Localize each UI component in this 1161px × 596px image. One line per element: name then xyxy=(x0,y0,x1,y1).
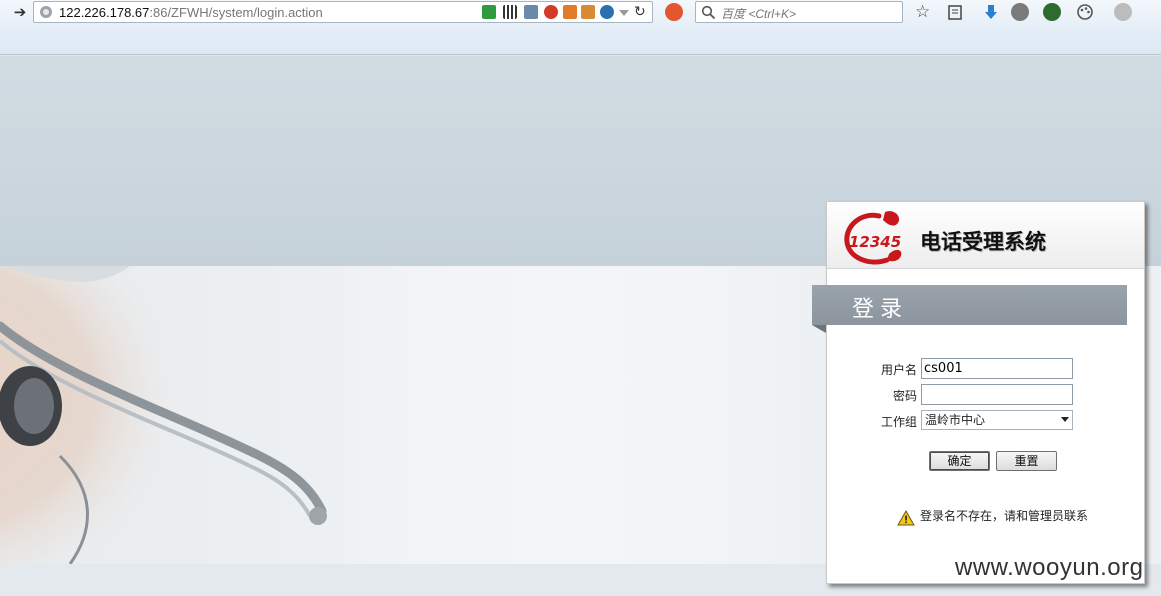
banner-image xyxy=(0,266,808,564)
hotline-logo: 12345 xyxy=(844,211,902,265)
translate-icon[interactable] xyxy=(524,5,538,19)
username-label: 用户名 xyxy=(880,363,917,377)
adblock-icon[interactable] xyxy=(665,3,683,21)
reset-button[interactable]: 重置 xyxy=(996,451,1057,471)
panel-header: 12345 电话受理系统 xyxy=(827,202,1144,269)
palette-icon[interactable] xyxy=(1076,3,1094,21)
password-label: 密码 xyxy=(892,389,917,403)
login-heading: 登录 xyxy=(852,297,909,322)
url-bar[interactable]: 122.226.178.67:86/ZFWH/system/login.acti… xyxy=(33,1,653,23)
jb-icon[interactable] xyxy=(544,5,558,19)
url-host: 122.226.178.67 xyxy=(59,5,150,20)
extension-icon[interactable] xyxy=(1043,3,1061,21)
logo-number: 12345 xyxy=(849,233,901,251)
swirl-icon[interactable] xyxy=(600,5,614,19)
java-alt-icon[interactable] xyxy=(581,5,595,19)
workgroup-selected-value: 温岭市中心 xyxy=(925,413,986,427)
search-icon xyxy=(701,5,716,20)
url-text[interactable]: 122.226.178.67:86/ZFWH/system/login.acti… xyxy=(59,5,323,20)
download-icon[interactable] xyxy=(982,3,1000,21)
watermark: www.wooyun.org xyxy=(955,554,1144,581)
error-message: 登录名不存在，请和管理员联系 xyxy=(920,509,1089,523)
search-placeholder: 百度 <Ctrl+K> xyxy=(721,7,797,21)
workgroup-select[interactable]: 温岭市中心 xyxy=(921,410,1073,430)
username-input[interactable]: cs001 xyxy=(921,358,1073,379)
shield-icon[interactable] xyxy=(482,5,496,19)
system-title: 电话受理系统 xyxy=(920,230,1046,254)
bookmarks-icon[interactable] xyxy=(946,3,964,21)
password-input[interactable] xyxy=(921,384,1073,405)
smiley-icon[interactable] xyxy=(1011,3,1029,21)
java-icon[interactable] xyxy=(563,5,577,19)
login-heading-bar: 登录 xyxy=(812,285,1127,325)
search-bar[interactable]: 百度 <Ctrl+K> xyxy=(695,1,903,23)
back-arrow-icon[interactable]: ➔ xyxy=(11,3,29,21)
workgroup-label: 工作组 xyxy=(880,415,917,429)
confirm-button[interactable]: 确定 xyxy=(929,451,990,471)
addon-icon[interactable] xyxy=(1114,3,1132,21)
login-bar-fold xyxy=(812,325,826,333)
chevron-down-icon[interactable] xyxy=(1061,417,1069,422)
star-icon[interactable]: ☆ xyxy=(915,3,933,21)
url-path: :86/ZFWH/system/login.action xyxy=(149,5,323,20)
dropdown-icon[interactable] xyxy=(619,10,629,16)
login-panel: 12345 电话受理系统 用户名 cs001 密码 工作组 温岭市中心 确定 重… xyxy=(826,201,1145,584)
refresh-icon[interactable]: ↻ xyxy=(634,5,648,19)
warning-icon xyxy=(897,510,915,526)
browser-toolbar: ➔ 122.226.178.67:86/ZFWH/system/login.ac… xyxy=(0,0,1161,55)
globe-icon xyxy=(40,6,52,18)
qr-icon[interactable] xyxy=(503,5,517,19)
